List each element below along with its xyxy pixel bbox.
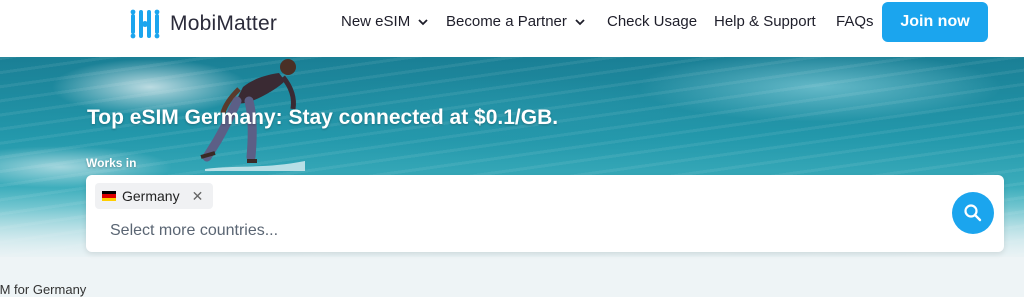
nav-item-label: Check Usage: [607, 13, 698, 30]
country-search-box[interactable]: Germany ✕: [86, 175, 1004, 252]
chevron-down-icon: [418, 18, 428, 25]
nav-faqs[interactable]: FAQs: [836, 13, 874, 30]
section-title-partial: IM for Germany: [0, 282, 87, 297]
nav-check-usage[interactable]: Check Usage: [607, 13, 697, 30]
join-now-button[interactable]: Join now: [882, 2, 988, 42]
close-icon[interactable]: ✕: [192, 188, 204, 205]
brand-logo[interactable]: MobiMatter: [128, 7, 277, 41]
country-chip-germany[interactable]: Germany ✕: [95, 183, 214, 209]
mobimatter-logo-icon: [130, 9, 160, 39]
nav-item-label: Help & Support: [714, 13, 816, 30]
hero-title: Top eSIM Germany: Stay connected at $0.1…: [87, 106, 559, 129]
nav-new-esim[interactable]: New eSIM: [341, 13, 428, 30]
brand-name: MobiMatter: [170, 12, 278, 35]
country-search-input[interactable]: [108, 219, 912, 243]
nav-item-label: FAQs: [836, 13, 874, 30]
works-in-label: Works in: [86, 156, 137, 170]
nav-item-label: Become a Partner: [446, 13, 567, 30]
search-button[interactable]: [952, 192, 994, 234]
nav-become-partner[interactable]: Become a Partner: [446, 13, 585, 30]
country-chip-label: Germany: [122, 188, 180, 204]
site-header: MobiMatter New eSIM Become a Partner Che…: [0, 0, 1024, 57]
chevron-down-icon: [575, 18, 585, 25]
nav-item-label: New eSIM: [341, 13, 411, 30]
nav-help-support[interactable]: Help & Support: [714, 13, 816, 30]
germany-flag-icon: [102, 191, 116, 201]
search-icon: [964, 204, 982, 222]
